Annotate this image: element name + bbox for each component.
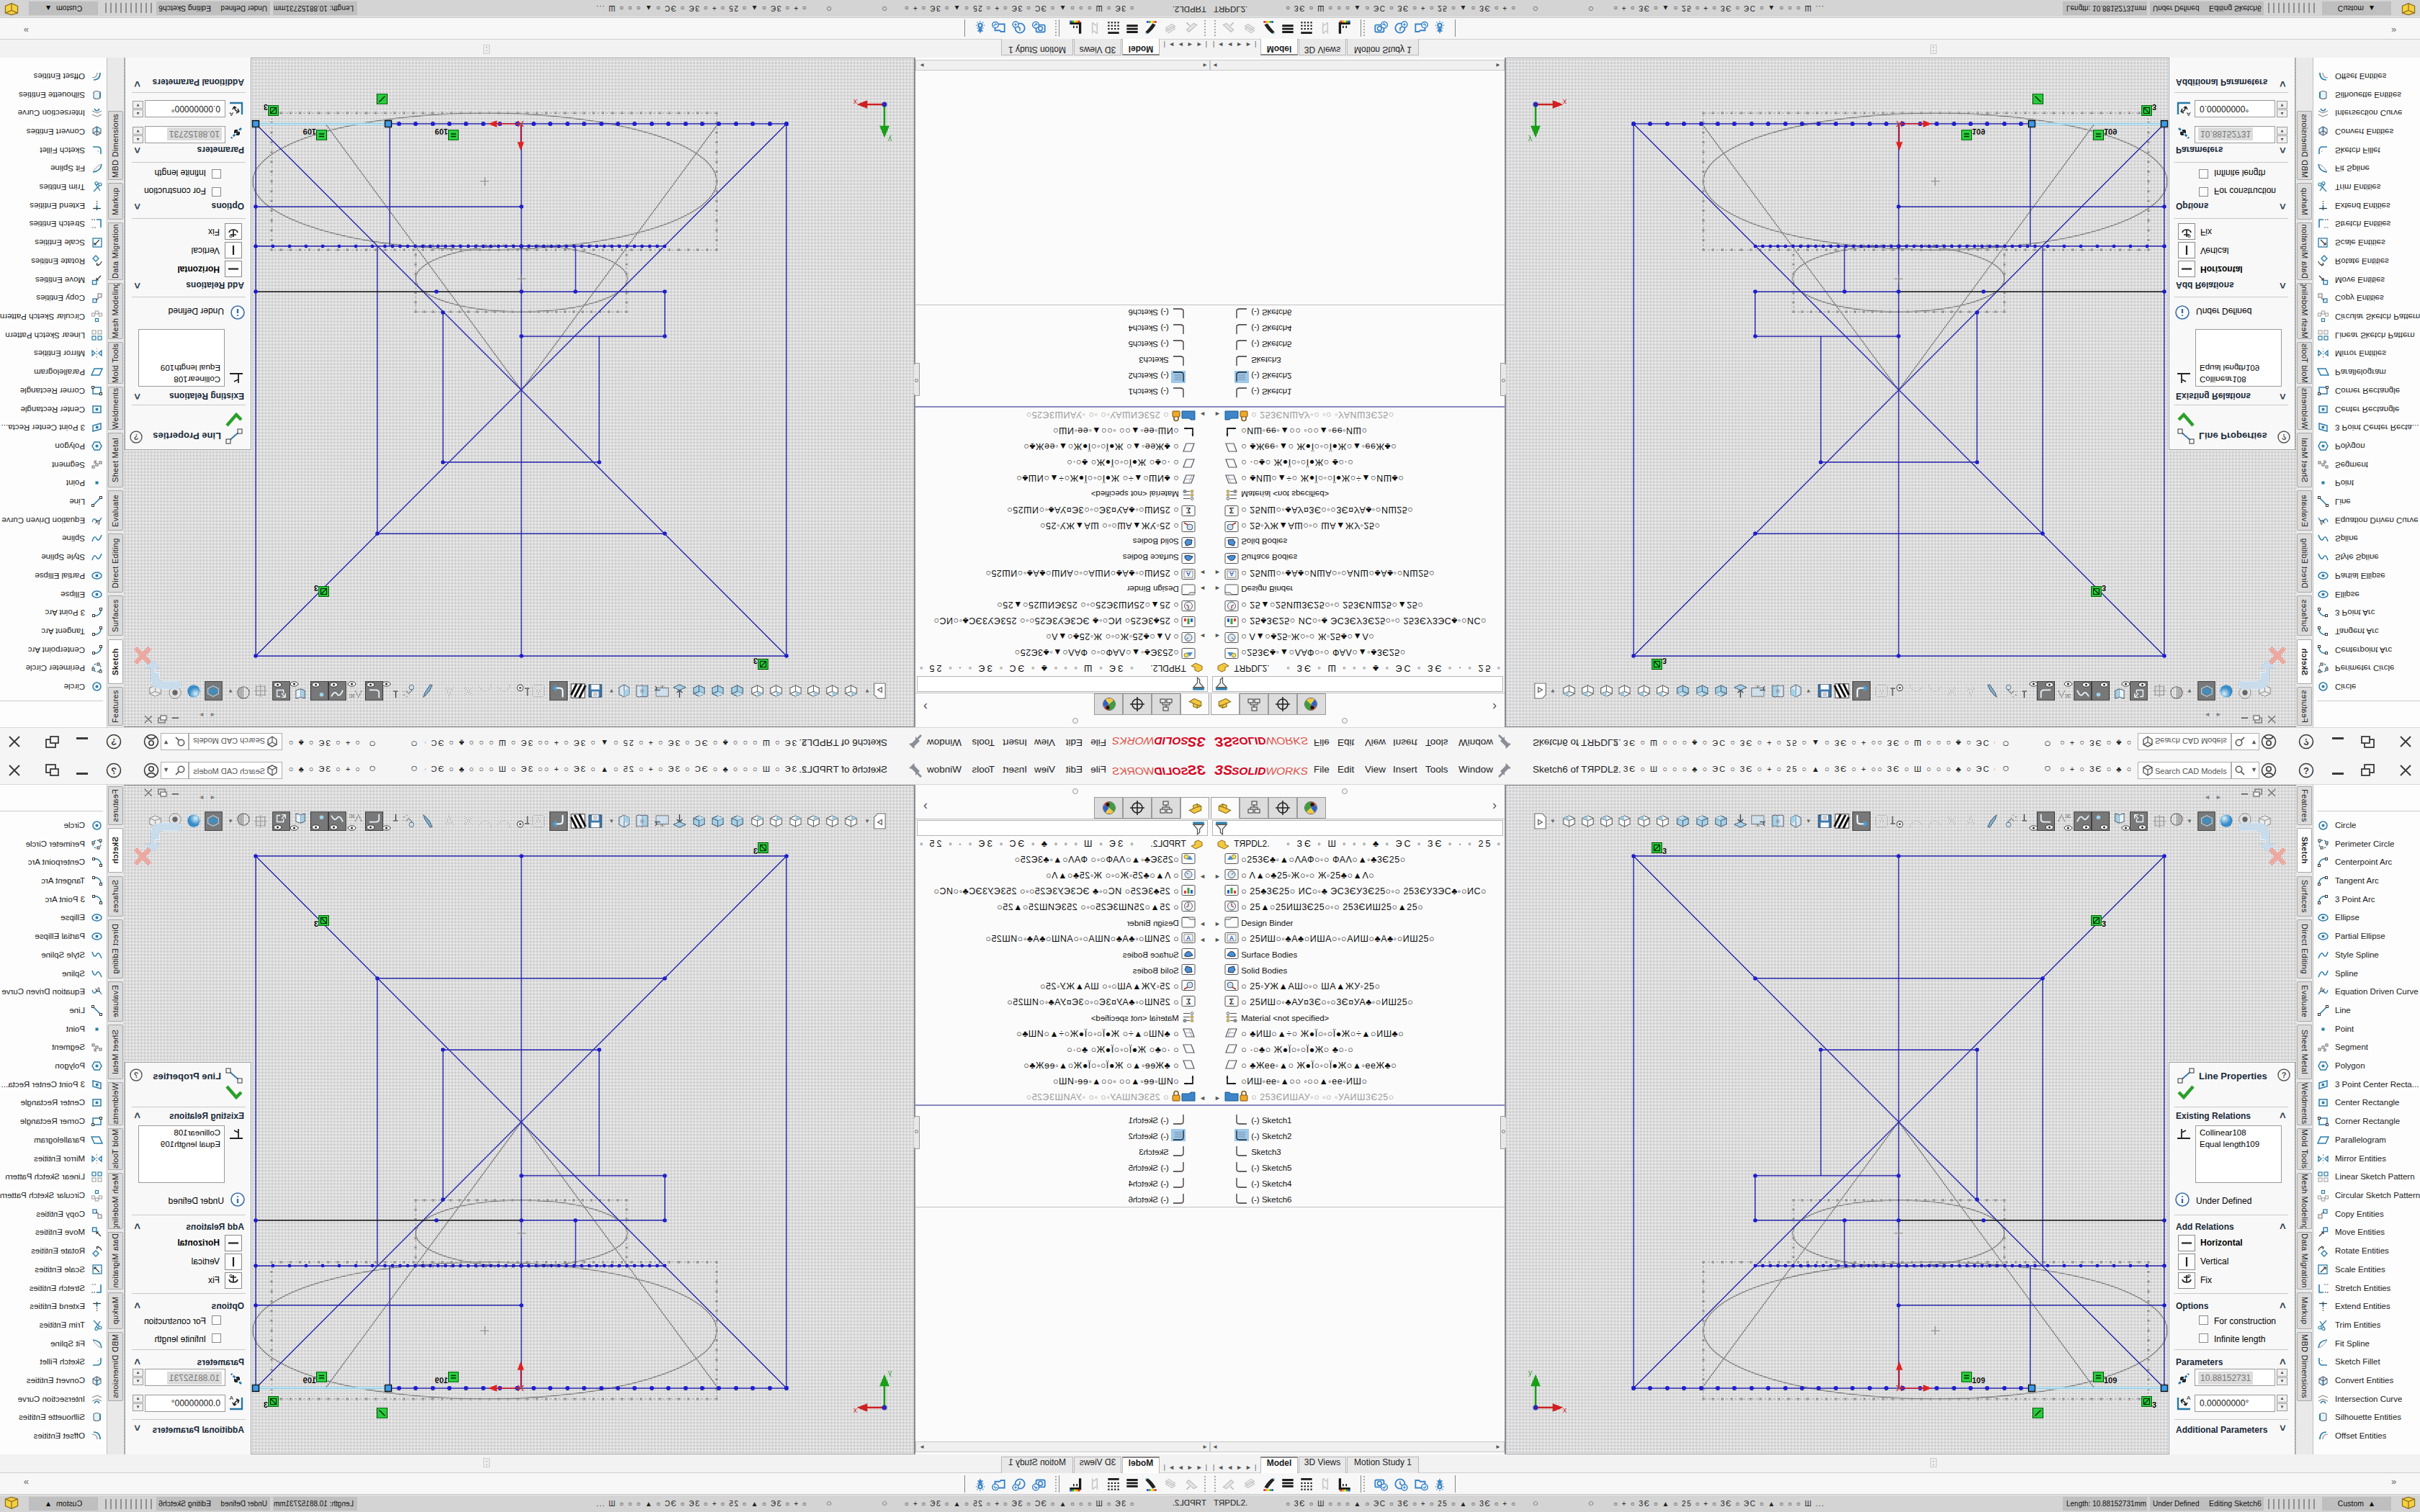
svg-text:fx: fx [94, 518, 100, 526]
svg-text:?: ? [111, 737, 117, 747]
svg-text:#: # [94, 1048, 97, 1053]
svg-text:fx: fx [2320, 518, 2326, 526]
svg-text:x: x [1563, 98, 1567, 106]
svg-text:A: A [1229, 935, 1234, 942]
svg-text:x: x [853, 1406, 857, 1414]
svg-text:A: A [1186, 570, 1191, 577]
svg-text:Σ: Σ [1229, 506, 1234, 515]
svg-text:Σ: Σ [1186, 506, 1191, 515]
svg-text:#: # [2323, 459, 2326, 464]
svg-text:fx: fx [94, 986, 100, 994]
svg-text:A: A [229, 1395, 233, 1401]
svg-text:y: y [1528, 135, 1532, 143]
svg-text:A: A [229, 111, 233, 117]
svg-text:y: y [1528, 1369, 1532, 1377]
svg-text:x: x [853, 98, 857, 106]
svg-text:A: A [1229, 570, 1234, 577]
svg-text:y: y [888, 1369, 892, 1377]
svg-text:#: # [2323, 1048, 2326, 1053]
svg-text:x: x [1563, 1406, 1567, 1414]
svg-text:y: y [888, 135, 892, 143]
svg-text:?: ? [133, 1071, 138, 1079]
svg-text:A: A [2187, 1395, 2191, 1401]
svg-text:Σ: Σ [1229, 997, 1234, 1006]
svg-text:?: ? [133, 433, 138, 441]
svg-text:?: ? [2303, 737, 2309, 747]
svg-text:?: ? [2282, 433, 2287, 441]
svg-text:?: ? [2303, 765, 2309, 776]
svg-text:A: A [1186, 935, 1191, 942]
svg-text:?: ? [2282, 1071, 2287, 1079]
svg-text:?: ? [111, 765, 117, 776]
svg-text:A: A [2187, 111, 2191, 117]
svg-text:Σ: Σ [1186, 997, 1191, 1006]
svg-text:fx: fx [2320, 986, 2326, 994]
svg-text:#: # [94, 459, 97, 464]
